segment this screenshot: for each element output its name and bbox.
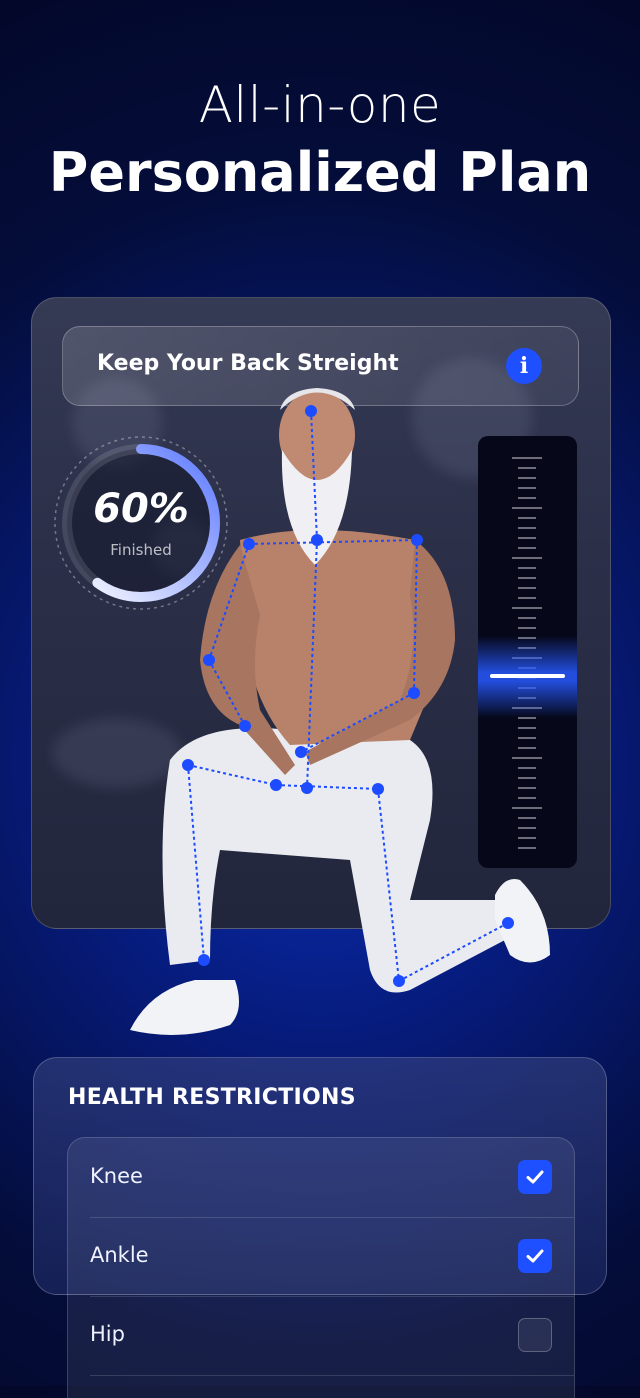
restriction-row-hip[interactable]: Hip xyxy=(90,1296,574,1376)
posture-tip-text: Keep Your Back Streight xyxy=(97,351,399,376)
headline-line-1: All-in-one xyxy=(198,76,442,134)
checkbox-ankle[interactable] xyxy=(518,1239,552,1273)
checkbox-hip[interactable] xyxy=(518,1318,552,1352)
checkbox-knee[interactable] xyxy=(518,1160,552,1194)
kneeling-man-figure xyxy=(130,388,550,1035)
restriction-label: Hip xyxy=(90,1322,125,1346)
restriction-row-knee[interactable]: Knee xyxy=(90,1138,574,1218)
restriction-label: Knee xyxy=(90,1164,143,1188)
headline: All-in-one Personalized Plan xyxy=(0,72,640,208)
restriction-row-ankle[interactable]: Ankle xyxy=(90,1217,574,1297)
health-restrictions-title: HEALTH RESTRICTIONS xyxy=(68,1085,356,1110)
headline-line-2: Personalized Plan xyxy=(48,141,592,204)
restriction-label: Ankle xyxy=(90,1243,149,1267)
health-restrictions-list: Knee Ankle Hip xyxy=(67,1137,575,1398)
checkmark-icon xyxy=(526,1249,544,1263)
info-icon[interactable]: i xyxy=(506,348,542,384)
checkmark-icon xyxy=(526,1170,544,1184)
